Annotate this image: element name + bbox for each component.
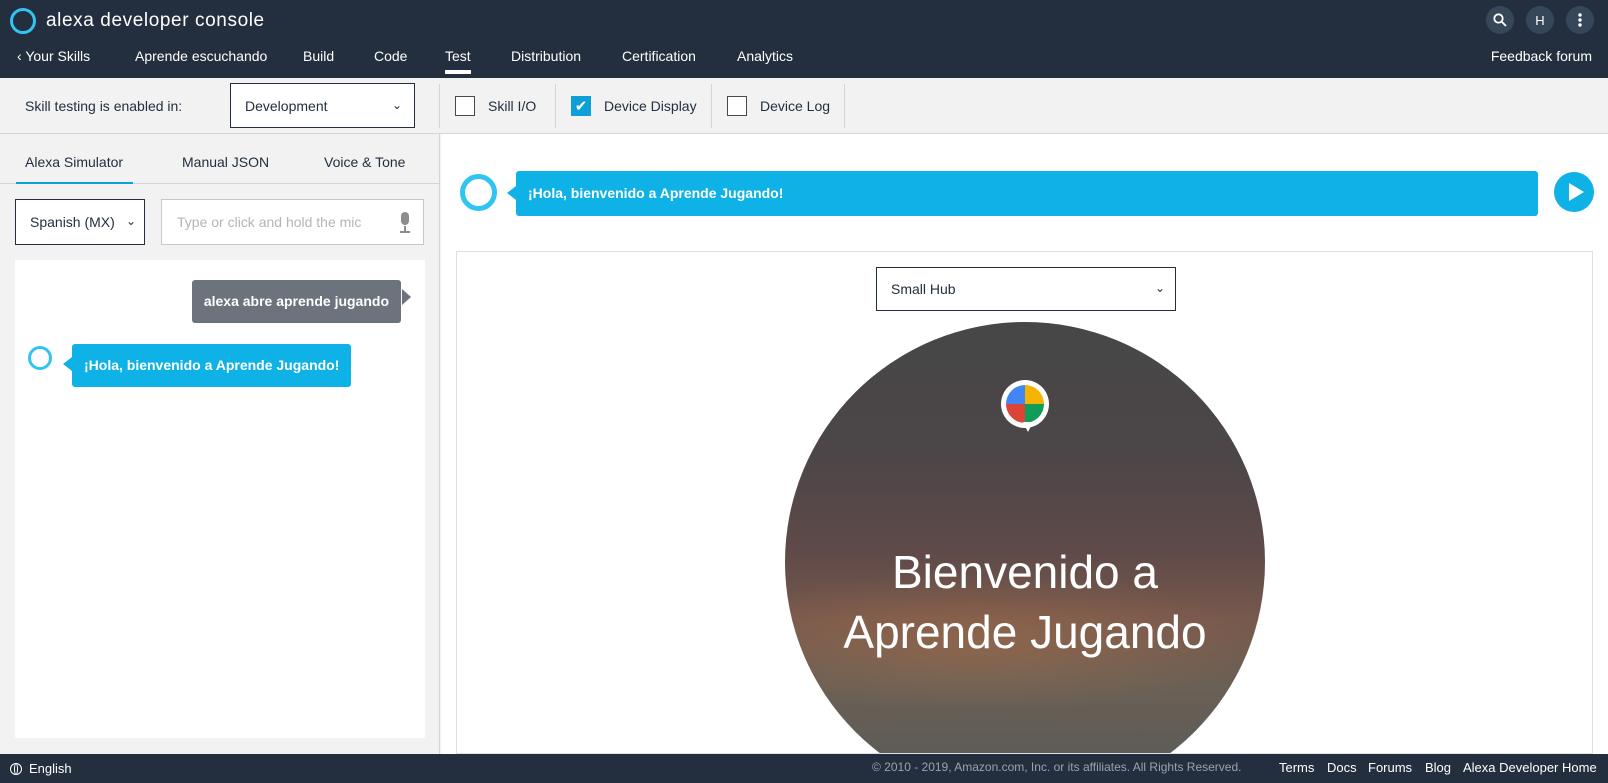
- play-button[interactable]: [1554, 172, 1594, 212]
- simulator-panel: Alexa Simulator Manual JSON Voice & Tone…: [0, 134, 440, 754]
- language-value: Spanish (MX): [30, 214, 115, 230]
- language-select[interactable]: Spanish (MX) ⌄: [15, 199, 145, 245]
- globe-icon: [10, 762, 22, 775]
- tab-alexa-simulator[interactable]: Alexa Simulator: [15, 154, 134, 184]
- device-log-checkbox[interactable]: Device Log: [727, 96, 830, 116]
- conversation-log: alexa abre aprende jugando ¡Hola, bienve…: [15, 260, 425, 738]
- checkbox-icon: [455, 96, 475, 116]
- device-select[interactable]: Small Hub ⌄: [876, 267, 1176, 311]
- page-footer: English © 2010 - 2019, Amazon.com, Inc. …: [0, 754, 1608, 783]
- top-header: alexa developer console H ‹ Your Skills …: [0, 0, 1608, 78]
- skill-logo-icon: [1001, 380, 1049, 432]
- tab-manual-json[interactable]: Manual JSON: [182, 154, 269, 170]
- tab-build[interactable]: Build: [303, 48, 334, 64]
- checkbox-icon: [727, 96, 747, 116]
- divider: [439, 84, 440, 128]
- utterance-input[interactable]: [162, 200, 387, 244]
- simulator-tabs: Alexa Simulator Manual JSON Voice & Tone: [0, 134, 439, 184]
- brand[interactable]: alexa developer console: [10, 6, 265, 36]
- checkmark-icon: ✔: [571, 96, 591, 116]
- user-utterance-bubble: alexa abre aprende jugando: [191, 280, 412, 323]
- feedback-forum-link[interactable]: Feedback forum: [1491, 48, 1592, 64]
- device-display-card: Small Hub ⌄ Bienvenido a Aprende Jugando: [456, 251, 1593, 754]
- display-title: Bienvenido a Aprende Jugando: [843, 546, 1207, 658]
- language-switcher[interactable]: English: [10, 761, 72, 776]
- avatar[interactable]: H: [1526, 6, 1554, 34]
- alexa-speech-bar: ¡Hola, bienvenido a Aprende Jugando!: [507, 171, 1538, 216]
- tab-test[interactable]: Test: [445, 48, 471, 74]
- stage-value: Development: [245, 98, 328, 114]
- skill-io-label: Skill I/O: [488, 98, 537, 114]
- search-icon[interactable]: [1486, 6, 1514, 34]
- utterance-field: [161, 199, 424, 245]
- footer-link-developer-home[interactable]: Alexa Developer Home: [1463, 760, 1597, 775]
- skill-name-link[interactable]: Aprende escuchando: [135, 48, 267, 64]
- device-display-panel: ¡Hola, bienvenido a Aprende Jugando! Sma…: [441, 134, 1608, 754]
- skill-nav: ‹ Your Skills Aprende escuchando Build C…: [0, 44, 1608, 78]
- chevron-down-icon: ⌄: [1154, 281, 1165, 295]
- footer-link-blog[interactable]: Blog: [1425, 760, 1451, 775]
- divider: [844, 84, 845, 128]
- tab-analytics[interactable]: Analytics: [737, 48, 793, 64]
- skill-io-checkbox[interactable]: Skill I/O: [455, 96, 536, 116]
- more-vertical-icon[interactable]: [1566, 6, 1594, 34]
- stage-select[interactable]: Development ⌄: [230, 83, 415, 128]
- tab-certification[interactable]: Certification: [622, 48, 696, 64]
- tab-voice-tone[interactable]: Voice & Tone: [324, 154, 405, 170]
- footer-link-docs[interactable]: Docs: [1327, 760, 1357, 775]
- device-display-label: Device Display: [604, 98, 697, 114]
- brand-title: alexa developer console: [46, 10, 265, 31]
- divider: [555, 84, 556, 128]
- chevron-down-icon: ⌄: [125, 214, 136, 228]
- tab-code[interactable]: Code: [374, 48, 407, 64]
- tab-distribution[interactable]: Distribution: [511, 48, 581, 64]
- footer-language: English: [29, 761, 72, 776]
- test-toolbar: Skill testing is enabled in: Development…: [0, 78, 1608, 134]
- header-actions: H: [1486, 6, 1594, 34]
- back-to-skills-link[interactable]: ‹ Your Skills: [17, 48, 90, 64]
- back-label: Your Skills: [25, 48, 91, 64]
- small-hub-screen: Bienvenido a Aprende Jugando: [785, 322, 1265, 753]
- microphone-icon[interactable]: [399, 212, 411, 233]
- alexa-ring-icon: [28, 346, 52, 370]
- device-log-label: Device Log: [760, 98, 831, 114]
- divider: [711, 84, 712, 128]
- copyright-text: © 2010 - 2019, Amazon.com, Inc. or its a…: [872, 760, 1242, 774]
- testing-enabled-label: Skill testing is enabled in:: [25, 98, 183, 114]
- device-display-checkbox[interactable]: ✔ Device Display: [571, 96, 697, 116]
- footer-link-terms[interactable]: Terms: [1279, 760, 1314, 775]
- alexa-ring-icon: [460, 174, 497, 211]
- footer-link-forums[interactable]: Forums: [1368, 760, 1412, 775]
- device-value: Small Hub: [891, 281, 956, 297]
- chevron-down-icon: ⌄: [391, 98, 402, 112]
- alexa-logo-icon: [10, 8, 36, 34]
- alexa-response-bubble: ¡Hola, bienvenido a Aprende Jugando!: [62, 344, 352, 387]
